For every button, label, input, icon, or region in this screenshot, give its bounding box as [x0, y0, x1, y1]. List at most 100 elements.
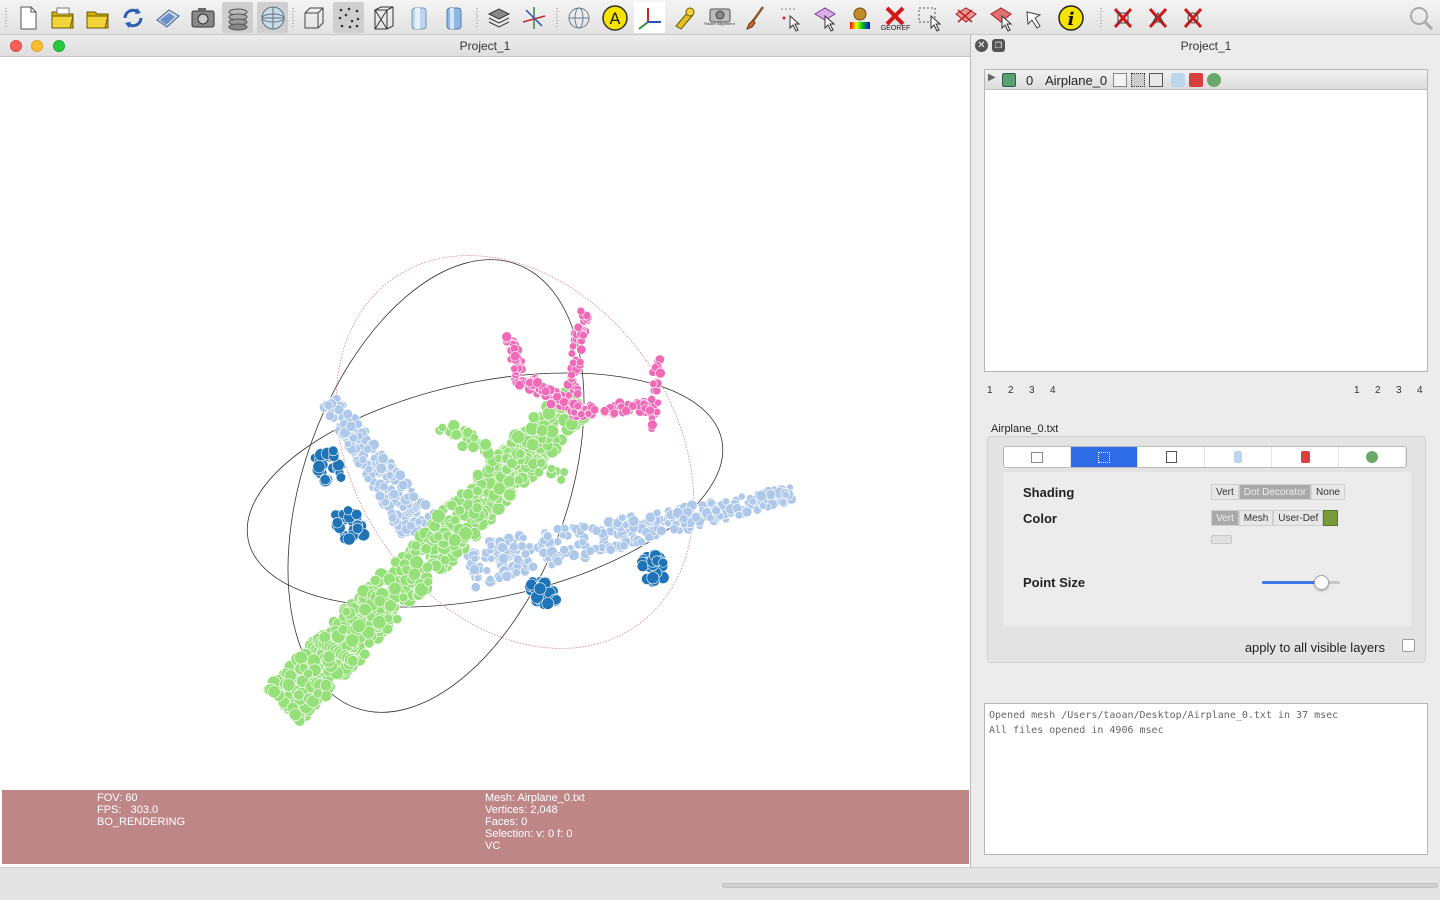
shading-option-dot-decorator[interactable]: Dot Decorator: [1238, 484, 1312, 500]
layer-row[interactable]: ▶ 0 Airplane_0: [985, 70, 1427, 90]
point: [318, 631, 331, 644]
point: [706, 513, 715, 523]
save-icon[interactable]: [152, 2, 183, 33]
bbox-icon[interactable]: [298, 2, 329, 33]
cursor-icon[interactable]: [1020, 2, 1051, 33]
delete-vertices-icon[interactable]: [950, 2, 981, 33]
open-project-icon[interactable]: [47, 2, 78, 33]
point: [552, 556, 563, 567]
shading-option-vert[interactable]: Vert: [1211, 484, 1239, 500]
color-option-user-def[interactable]: User-Def: [1273, 510, 1324, 526]
decorator-file-label: Airplane_0.txt: [991, 423, 1059, 435]
point: [621, 521, 630, 529]
delete-faces-icon[interactable]: [985, 2, 1016, 33]
bbox-decorator-icon[interactable]: [1113, 73, 1127, 87]
close-icon[interactable]: ✕: [975, 39, 988, 52]
page-4[interactable]: 4: [1417, 385, 1438, 396]
paint-icon[interactable]: [739, 2, 770, 33]
point: [547, 464, 556, 473]
3d-canvas[interactable]: [0, 57, 971, 790]
georef-icon[interactable]: GEOREF: [879, 2, 910, 33]
points-icon[interactable]: [333, 2, 364, 33]
tab-flat[interactable]: [1205, 447, 1272, 467]
flat-decorator-icon[interactable]: [1171, 73, 1185, 87]
point: [405, 521, 416, 531]
point: [649, 379, 658, 388]
globe-icon[interactable]: [563, 2, 594, 33]
point: [498, 553, 510, 565]
page-1[interactable]: 1: [987, 385, 1008, 396]
minimize-button[interactable]: [31, 40, 43, 52]
color-option-vert[interactable]: Vert: [1211, 510, 1239, 526]
smooth-icon[interactable]: [438, 2, 469, 33]
page-3[interactable]: 3: [1396, 385, 1417, 396]
tab-points[interactable]: [1071, 447, 1138, 467]
point: [482, 566, 491, 575]
delete-all-icon[interactable]: [1177, 2, 1208, 33]
point: [503, 475, 516, 488]
page-2[interactable]: 2: [1008, 385, 1029, 396]
tab-texture[interactable]: [1339, 447, 1406, 467]
float-icon[interactable]: ❐: [992, 39, 1005, 52]
page-2[interactable]: 2: [1375, 385, 1396, 396]
point: [525, 438, 540, 452]
faces-text: Faces: 0: [485, 816, 528, 828]
search-icon[interactable]: [1405, 2, 1436, 33]
color-decorator-icon[interactable]: [1189, 73, 1203, 87]
color-button[interactable]: [1211, 535, 1232, 544]
wireframe-decorator-icon[interactable]: [1149, 73, 1163, 87]
layers-icon[interactable]: [222, 2, 253, 33]
apply-all-checkbox[interactable]: [1402, 639, 1415, 652]
point-size-slider[interactable]: [1262, 575, 1340, 590]
trackball-icon[interactable]: [518, 2, 549, 33]
point: [532, 377, 543, 388]
axes-icon[interactable]: [634, 2, 665, 33]
tab-color[interactable]: [1272, 447, 1339, 467]
horizontal-scrollbar[interactable]: [722, 883, 1438, 888]
viewer-window: Project_1 FOV: 60 FPS: 303.0 BO_RENDERIN…: [0, 35, 971, 867]
color-pick-icon[interactable]: [844, 2, 875, 33]
snapshot-icon[interactable]: [187, 2, 218, 33]
color-swatch[interactable]: [1323, 510, 1339, 526]
flat-icon[interactable]: [403, 2, 434, 33]
point: [472, 485, 483, 497]
tab-wireframe[interactable]: [1138, 447, 1205, 467]
preview-icon[interactable]: [257, 2, 288, 33]
select-vertices-icon[interactable]: [774, 2, 805, 33]
page-1[interactable]: 1: [1354, 385, 1375, 396]
open-mesh-icon[interactable]: [82, 2, 113, 33]
page-4[interactable]: 4: [1050, 385, 1071, 396]
info-icon[interactable]: i: [1055, 2, 1086, 33]
points-decorator-icon[interactable]: [1131, 73, 1145, 87]
shading-label: Shading: [1023, 485, 1075, 500]
layer-dialog-title-bar: ✕ ❐ Project_1: [972, 35, 1440, 57]
reload-icon[interactable]: [117, 2, 148, 33]
texture-icon[interactable]: [483, 2, 514, 33]
expand-arrow-icon[interactable]: ▶: [988, 72, 996, 83]
shading-option-none[interactable]: None: [1311, 484, 1345, 500]
close-button[interactable]: [10, 40, 22, 52]
point: [358, 455, 368, 465]
zoom-button[interactable]: [53, 40, 65, 52]
measure-icon[interactable]: [669, 2, 700, 33]
point: [655, 367, 666, 379]
page-3[interactable]: 3: [1029, 385, 1050, 396]
point: [433, 531, 444, 542]
log-console[interactable]: Opened mesh /Users/taoan/Desktop/Airplan…: [984, 703, 1428, 855]
color-option-mesh[interactable]: Mesh: [1238, 510, 1274, 526]
annotate-icon[interactable]: A: [599, 2, 630, 33]
tab-bbox[interactable]: [1004, 447, 1071, 467]
delete-icon[interactable]: [1107, 2, 1138, 33]
toolbar-separator: [5, 7, 7, 29]
new-file-icon[interactable]: [12, 2, 43, 33]
crop-icon[interactable]: [914, 2, 945, 33]
wireframe-icon[interactable]: [368, 2, 399, 33]
delete-selected-icon[interactable]: [1142, 2, 1173, 33]
visibility-eye-icon[interactable]: [1002, 73, 1016, 87]
point-size-slider-knob[interactable]: [1313, 575, 1329, 590]
point: [323, 400, 334, 411]
raster-icon[interactable]: Raster Alignment: [704, 2, 735, 33]
select-faces-icon[interactable]: [809, 2, 840, 33]
texture-decorator-icon[interactable]: [1207, 73, 1221, 87]
point: [486, 541, 496, 550]
